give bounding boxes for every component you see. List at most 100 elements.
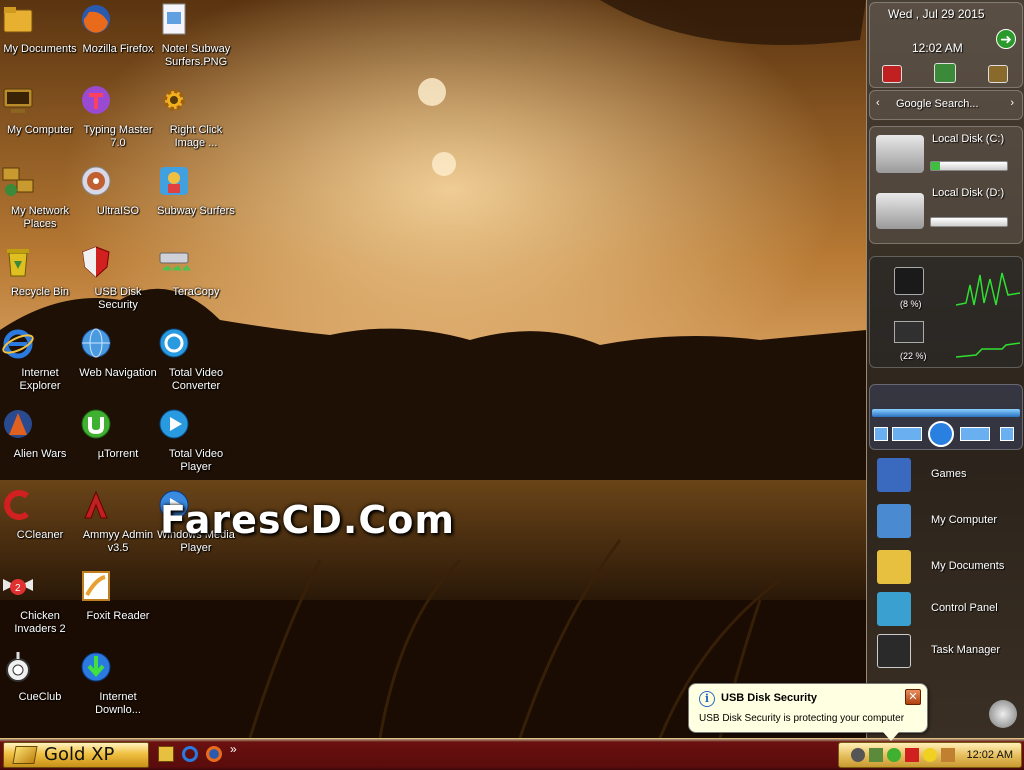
desktop-icon-label: CCleaner <box>16 529 64 541</box>
network-icon <box>2 167 57 202</box>
ie-icon[interactable] <box>182 746 198 762</box>
launcher-label: Control Panel <box>931 602 998 614</box>
system-tray: 12:02 AM <box>838 742 1022 768</box>
fast-forward-icon[interactable] <box>960 427 990 441</box>
arrow-right-icon[interactable]: ➜ <box>996 29 1016 49</box>
desktop-icon-subway-note[interactable]: Note! Subway Surfers.PNG <box>157 2 235 80</box>
globe-icon <box>81 328 135 364</box>
tray-utorrent-icon[interactable] <box>887 748 901 762</box>
network-status-icon[interactable] <box>934 63 956 83</box>
desktop-icon-recycle-bin[interactable]: Recycle Bin <box>1 245 79 323</box>
tray-teracopy-icon[interactable] <box>869 748 883 762</box>
desktop-icon-right-click-image[interactable]: Right Click Image ... <box>157 83 235 161</box>
stop-icon[interactable] <box>874 427 888 441</box>
rewind-icon[interactable] <box>892 427 922 441</box>
chevron-right-icon[interactable]: › <box>1010 97 1014 109</box>
desktop-icon-chicken-invaders[interactable]: 2 Chicken Invaders 2 <box>1 569 79 647</box>
launcher-games[interactable]: Games <box>869 454 1023 498</box>
desktop-icon-label: UltraISO <box>96 205 140 217</box>
cueclub-icon <box>6 652 57 688</box>
desktop-icon-label: Total Video Converter <box>168 367 224 392</box>
tray-tools-icon[interactable] <box>941 748 955 762</box>
sidebar-date: Wed , Jul 29 2015 <box>888 7 985 21</box>
search-input[interactable]: Google Search... <box>896 98 979 110</box>
desktop-icon-web-navigation[interactable]: Web Navigation <box>79 326 157 404</box>
cpu-chip-icon <box>894 267 924 295</box>
desktop-icon-teracopy[interactable]: TeraCopy <box>157 245 235 323</box>
teracopy-icon <box>159 249 213 283</box>
desktop-icon-internet-explorer[interactable]: Internet Explorer <box>1 326 79 404</box>
task-manager-icon <box>877 634 911 668</box>
disk-gadget: Local Disk (C:) Local Disk (D:) <box>869 126 1023 244</box>
launcher-my-documents[interactable]: My Documents <box>869 546 1023 590</box>
desktop-icon-label: Ammyy Admin v3.5 <box>82 529 154 554</box>
desktop-icon-label: My Computer <box>6 124 74 136</box>
desktop-icon-label: Typing Master 7.0 <box>83 124 153 149</box>
games-icon <box>877 458 911 492</box>
desktop-icon-label: Subway Surfers <box>157 205 235 217</box>
start-logo-icon <box>12 746 38 764</box>
desktop-icon-typing-master[interactable]: Typing Master 7.0 <box>79 83 157 161</box>
desktop-icon-utorrent[interactable]: µTorrent <box>79 407 157 485</box>
disk-c-usage-fill <box>931 162 941 170</box>
desktop-icon-label: Web Navigation <box>79 367 157 379</box>
desktop-icon-label: µTorrent <box>97 448 139 460</box>
tray-shield-icon[interactable] <box>905 748 919 762</box>
sidebar-time: 12:02 AM <box>912 41 963 55</box>
desktop-icon-label: Mozilla Firefox <box>82 43 154 55</box>
desktop-icon-alien-wars[interactable]: Alien Wars <box>1 407 79 485</box>
desktop-icon-label: Internet Explorer <box>19 367 61 392</box>
shutdown-icon[interactable] <box>988 65 1008 83</box>
cpu-percent: (8 %) <box>900 299 922 309</box>
computer-icon <box>3 87 57 121</box>
volume-icon[interactable] <box>989 700 1017 728</box>
system-monitor-gadget: (8 %) (22 %) <box>869 256 1023 368</box>
desktop-icon-ccleaner[interactable]: CCleaner <box>1 488 79 566</box>
chevron-left-icon[interactable]: ‹ <box>876 97 880 109</box>
pdf-icon <box>82 571 135 607</box>
media-progress-bar[interactable] <box>872 409 1020 417</box>
launcher-task-manager[interactable]: Task Manager <box>869 630 1023 674</box>
launcher-label: My Computer <box>931 514 998 526</box>
start-label: Gold XP <box>44 744 115 765</box>
tray-app-icon[interactable] <box>851 748 865 762</box>
desktop-icon-my-computer[interactable]: My Computer <box>1 83 79 161</box>
disk-d-label: Local Disk (D:) <box>932 187 1005 199</box>
desktop-icon-usb-disk-security[interactable]: USB Disk Security <box>79 245 157 323</box>
info-icon: i <box>699 691 715 707</box>
show-desktop-icon[interactable] <box>158 746 174 762</box>
notification-balloon[interactable]: i USB Disk Security USB Disk Security is… <box>688 683 928 741</box>
launcher-my-computer[interactable]: My Computer <box>869 500 1023 544</box>
desktop-icon-cueclub[interactable]: CueClub <box>1 650 79 728</box>
desktop-icon-firefox[interactable]: Mozilla Firefox <box>79 2 157 80</box>
tray-smiley-icon[interactable] <box>923 748 937 762</box>
power-button-icon[interactable] <box>882 65 902 83</box>
quick-launch-overflow[interactable]: » <box>230 742 237 756</box>
desktop-icon-foxit-reader[interactable]: Foxit Reader <box>79 569 157 647</box>
start-button[interactable]: Gold XP <box>3 742 149 768</box>
desktop-icon-my-documents[interactable]: My Documents <box>1 2 79 80</box>
desktop-wallpaper[interactable]: My Documents Mozilla Firefox Note! Subwa… <box>0 0 866 738</box>
desktop-icon-ammyy-admin[interactable]: Ammyy Admin v3.5 <box>79 488 157 566</box>
desktop-icon-ultraiso[interactable]: UltraISO <box>79 164 157 242</box>
desktop-icon-label: Chicken Invaders 2 <box>14 610 66 635</box>
desktop-icon-label: CueClub <box>18 691 62 703</box>
desktop-icon-subway-surfers[interactable]: Subway Surfers <box>157 164 235 242</box>
ie-icon <box>2 329 57 364</box>
firefox-icon[interactable] <box>206 746 222 762</box>
desktop-icon-total-video-player[interactable]: Total Video Player <box>157 407 235 485</box>
close-icon[interactable]: ✕ <box>905 689 921 705</box>
eject-icon[interactable] <box>1000 427 1014 441</box>
taskbar-clock[interactable]: 12:02 AM <box>967 749 1013 761</box>
desktop-icon-label: My Documents <box>3 43 77 55</box>
desktop-icon-internet-download-manager[interactable]: Internet Downlo... <box>79 650 157 728</box>
launcher-control-panel[interactable]: Control Panel <box>869 588 1023 632</box>
ram-graph <box>956 342 1020 358</box>
firefox-icon <box>82 5 135 40</box>
chicken-icon: 2 <box>3 573 57 607</box>
play-icon[interactable] <box>928 421 954 447</box>
image-file-icon <box>162 3 213 40</box>
desktop-icon-network-places[interactable]: My Network Places <box>1 164 79 242</box>
utorrent-icon <box>81 409 135 445</box>
desktop-icon-total-video-converter[interactable]: Total Video Converter <box>157 326 235 404</box>
